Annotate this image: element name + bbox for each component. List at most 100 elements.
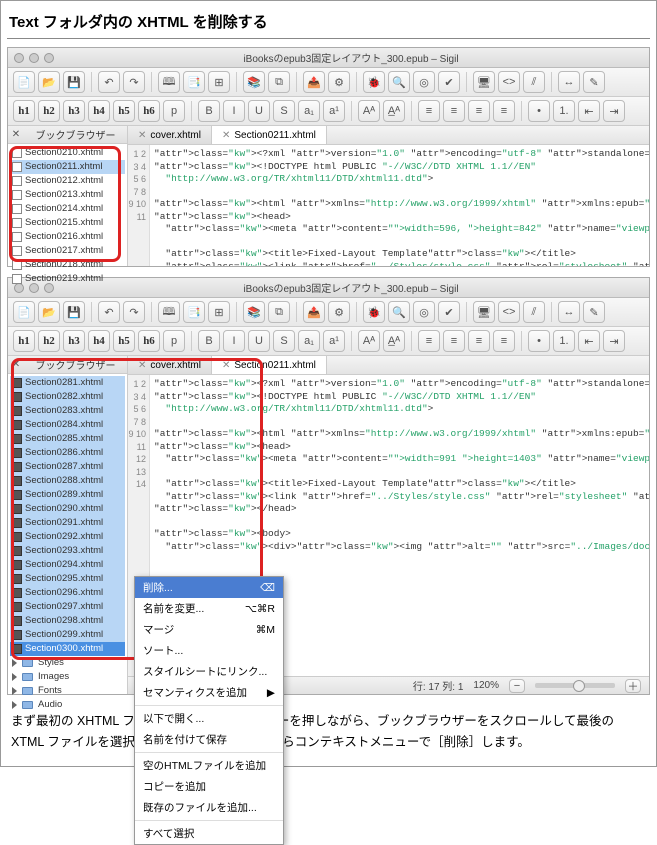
context-menu-item[interactable]: セマンティクスを追加▶ (135, 682, 283, 703)
editor-tab[interactable]: ✕cover.xhtml (128, 126, 212, 144)
toolbar-button[interactable]: 📚 (243, 301, 265, 323)
tree-file-item[interactable]: Section0289.xhtml (10, 488, 125, 502)
format-button[interactable]: ≡ (468, 100, 490, 122)
tree-folder-item[interactable]: Styles (10, 656, 125, 670)
format-button[interactable]: B (198, 100, 220, 122)
heading-button-h4[interactable]: h4 (88, 100, 110, 122)
tab-close-icon[interactable]: ✕ (222, 130, 230, 141)
toolbar-button[interactable]: 🔍 (388, 301, 410, 323)
tree-file-item[interactable]: Section0292.xhtml (10, 530, 125, 544)
tree-file-item[interactable]: Section0215.xhtml (10, 216, 125, 230)
toolbar-button[interactable]: 💾 (63, 301, 85, 323)
format-button[interactable]: S (273, 330, 295, 352)
format-button[interactable]: Aᴬ (358, 330, 380, 352)
heading-button-h5[interactable]: h5 (113, 330, 135, 352)
toolbar-button[interactable]: ⧉ (268, 71, 290, 93)
toolbar-button[interactable]: ◎ (413, 71, 435, 93)
format-button[interactable]: ≡ (418, 330, 440, 352)
heading-button-h5[interactable]: h5 (113, 100, 135, 122)
tree-file-item[interactable]: Section0293.xhtml (10, 544, 125, 558)
toolbar-button[interactable]: ⧉ (268, 301, 290, 323)
heading-button-h3[interactable]: h3 (63, 330, 85, 352)
toolbar-button[interactable]: <> (498, 71, 520, 93)
format-button[interactable]: B (198, 330, 220, 352)
toolbar-button[interactable]: ↶ (98, 71, 120, 93)
editor-tab[interactable]: ✕cover.xhtml (128, 356, 212, 374)
tree-file-item[interactable]: Section0282.xhtml (10, 390, 125, 404)
toolbar-button[interactable]: 📄 (13, 71, 35, 93)
format-button[interactable]: p (163, 330, 185, 352)
context-menu-item[interactable]: 削除...⌫ (135, 577, 283, 598)
toolbar-button[interactable]: 📑 (183, 301, 205, 323)
tree-file-item[interactable]: Section0211.xhtml (10, 160, 125, 174)
context-menu-item[interactable]: 以下で開く... (135, 708, 283, 729)
heading-button-h1[interactable]: h1 (13, 100, 35, 122)
format-button[interactable]: A̲ᴬ (383, 100, 405, 122)
tree-file-item[interactable]: Section0287.xhtml (10, 460, 125, 474)
tree-file-item[interactable]: Section0218.xhtml (10, 258, 125, 272)
context-menu-item[interactable]: コピーを追加 (135, 776, 283, 797)
context-menu-item[interactable]: 空のHTMLファイルを追加 (135, 755, 283, 776)
tree-file-item[interactable]: Section0294.xhtml (10, 558, 125, 572)
context-menu-item[interactable]: 名前を変更...⌥⌘R (135, 598, 283, 619)
heading-button-h2[interactable]: h2 (38, 330, 60, 352)
tree-file-item[interactable]: Section0284.xhtml (10, 418, 125, 432)
format-button[interactable]: ≡ (443, 330, 465, 352)
toolbar-button[interactable]: 🐞 (363, 71, 385, 93)
format-button[interactable]: ⇥ (603, 100, 625, 122)
tree-file-item[interactable]: Section0217.xhtml (10, 244, 125, 258)
toolbar-button[interactable]: ⊞ (208, 71, 230, 93)
tree-file-item[interactable]: Section0210.xhtml (10, 146, 125, 160)
tree-file-item[interactable]: Section0212.xhtml (10, 174, 125, 188)
tree-file-item[interactable]: Section0291.xhtml (10, 516, 125, 530)
toolbar-button[interactable]: 📂 (38, 301, 60, 323)
context-menu-item[interactable]: ソート... (135, 640, 283, 661)
tree-folder-item[interactable]: Images (10, 670, 125, 684)
tab-close-icon[interactable]: ✕ (138, 360, 146, 371)
toolbar-button[interactable]: 🐞 (363, 301, 385, 323)
toolbar-button[interactable]: 🕮 (158, 301, 180, 323)
tree-file-item[interactable]: Section0213.xhtml (10, 188, 125, 202)
tab-close-icon[interactable]: ✕ (138, 130, 146, 141)
format-button[interactable]: ≡ (418, 100, 440, 122)
toolbar-button[interactable]: ↔ (558, 71, 580, 93)
zoom-out-button[interactable]: − (509, 679, 525, 693)
editor-tab[interactable]: ✕Section0211.xhtml (212, 356, 327, 374)
toolbar-button[interactable]: 📤 (303, 301, 325, 323)
format-button[interactable]: p (163, 100, 185, 122)
toolbar-button[interactable]: ↷ (123, 301, 145, 323)
tree-folder-item[interactable]: Fonts (10, 684, 125, 698)
toolbar-button[interactable]: 🖥 (473, 71, 495, 93)
tree-file-item[interactable]: Section0281.xhtml (10, 376, 125, 390)
zoom-slider[interactable] (535, 683, 615, 688)
format-button[interactable]: S (273, 100, 295, 122)
format-button[interactable]: I (223, 100, 245, 122)
format-button[interactable]: a₁ (298, 100, 320, 122)
context-menu-item[interactable]: 名前を付けて保存 (135, 729, 283, 750)
format-button[interactable]: a¹ (323, 100, 345, 122)
toolbar-button[interactable]: 📚 (243, 71, 265, 93)
context-menu-item[interactable]: マージ⌘M (135, 619, 283, 640)
format-button[interactable]: A̲ᴬ (383, 330, 405, 352)
panel-close-icon[interactable]: ✕ (8, 129, 24, 140)
tree-file-item[interactable]: Section0295.xhtml (10, 572, 125, 586)
toolbar-button[interactable]: 📄 (13, 301, 35, 323)
heading-button-h3[interactable]: h3 (63, 100, 85, 122)
tree-file-item[interactable]: Section0219.xhtml (10, 272, 125, 286)
toolbar-button[interactable]: ✔ (438, 71, 460, 93)
format-button[interactable]: I (223, 330, 245, 352)
tree-file-item[interactable]: Section0288.xhtml (10, 474, 125, 488)
toolbar-button[interactable]: ✎ (583, 71, 605, 93)
toolbar-button[interactable]: 💾 (63, 71, 85, 93)
tree-file-item[interactable]: Section0297.xhtml (10, 600, 125, 614)
toolbar-button[interactable]: ✔ (438, 301, 460, 323)
toolbar-button[interactable]: ◎ (413, 301, 435, 323)
context-menu-item[interactable]: すべて選択 (135, 823, 283, 844)
toolbar-button[interactable]: 📂 (38, 71, 60, 93)
tree-file-item[interactable]: Section0285.xhtml (10, 432, 125, 446)
tree-file-item[interactable]: Section0286.xhtml (10, 446, 125, 460)
tree-file-item[interactable]: Section0216.xhtml (10, 230, 125, 244)
heading-button-h2[interactable]: h2 (38, 100, 60, 122)
format-button[interactable]: ≡ (468, 330, 490, 352)
format-button[interactable]: 1. (553, 100, 575, 122)
